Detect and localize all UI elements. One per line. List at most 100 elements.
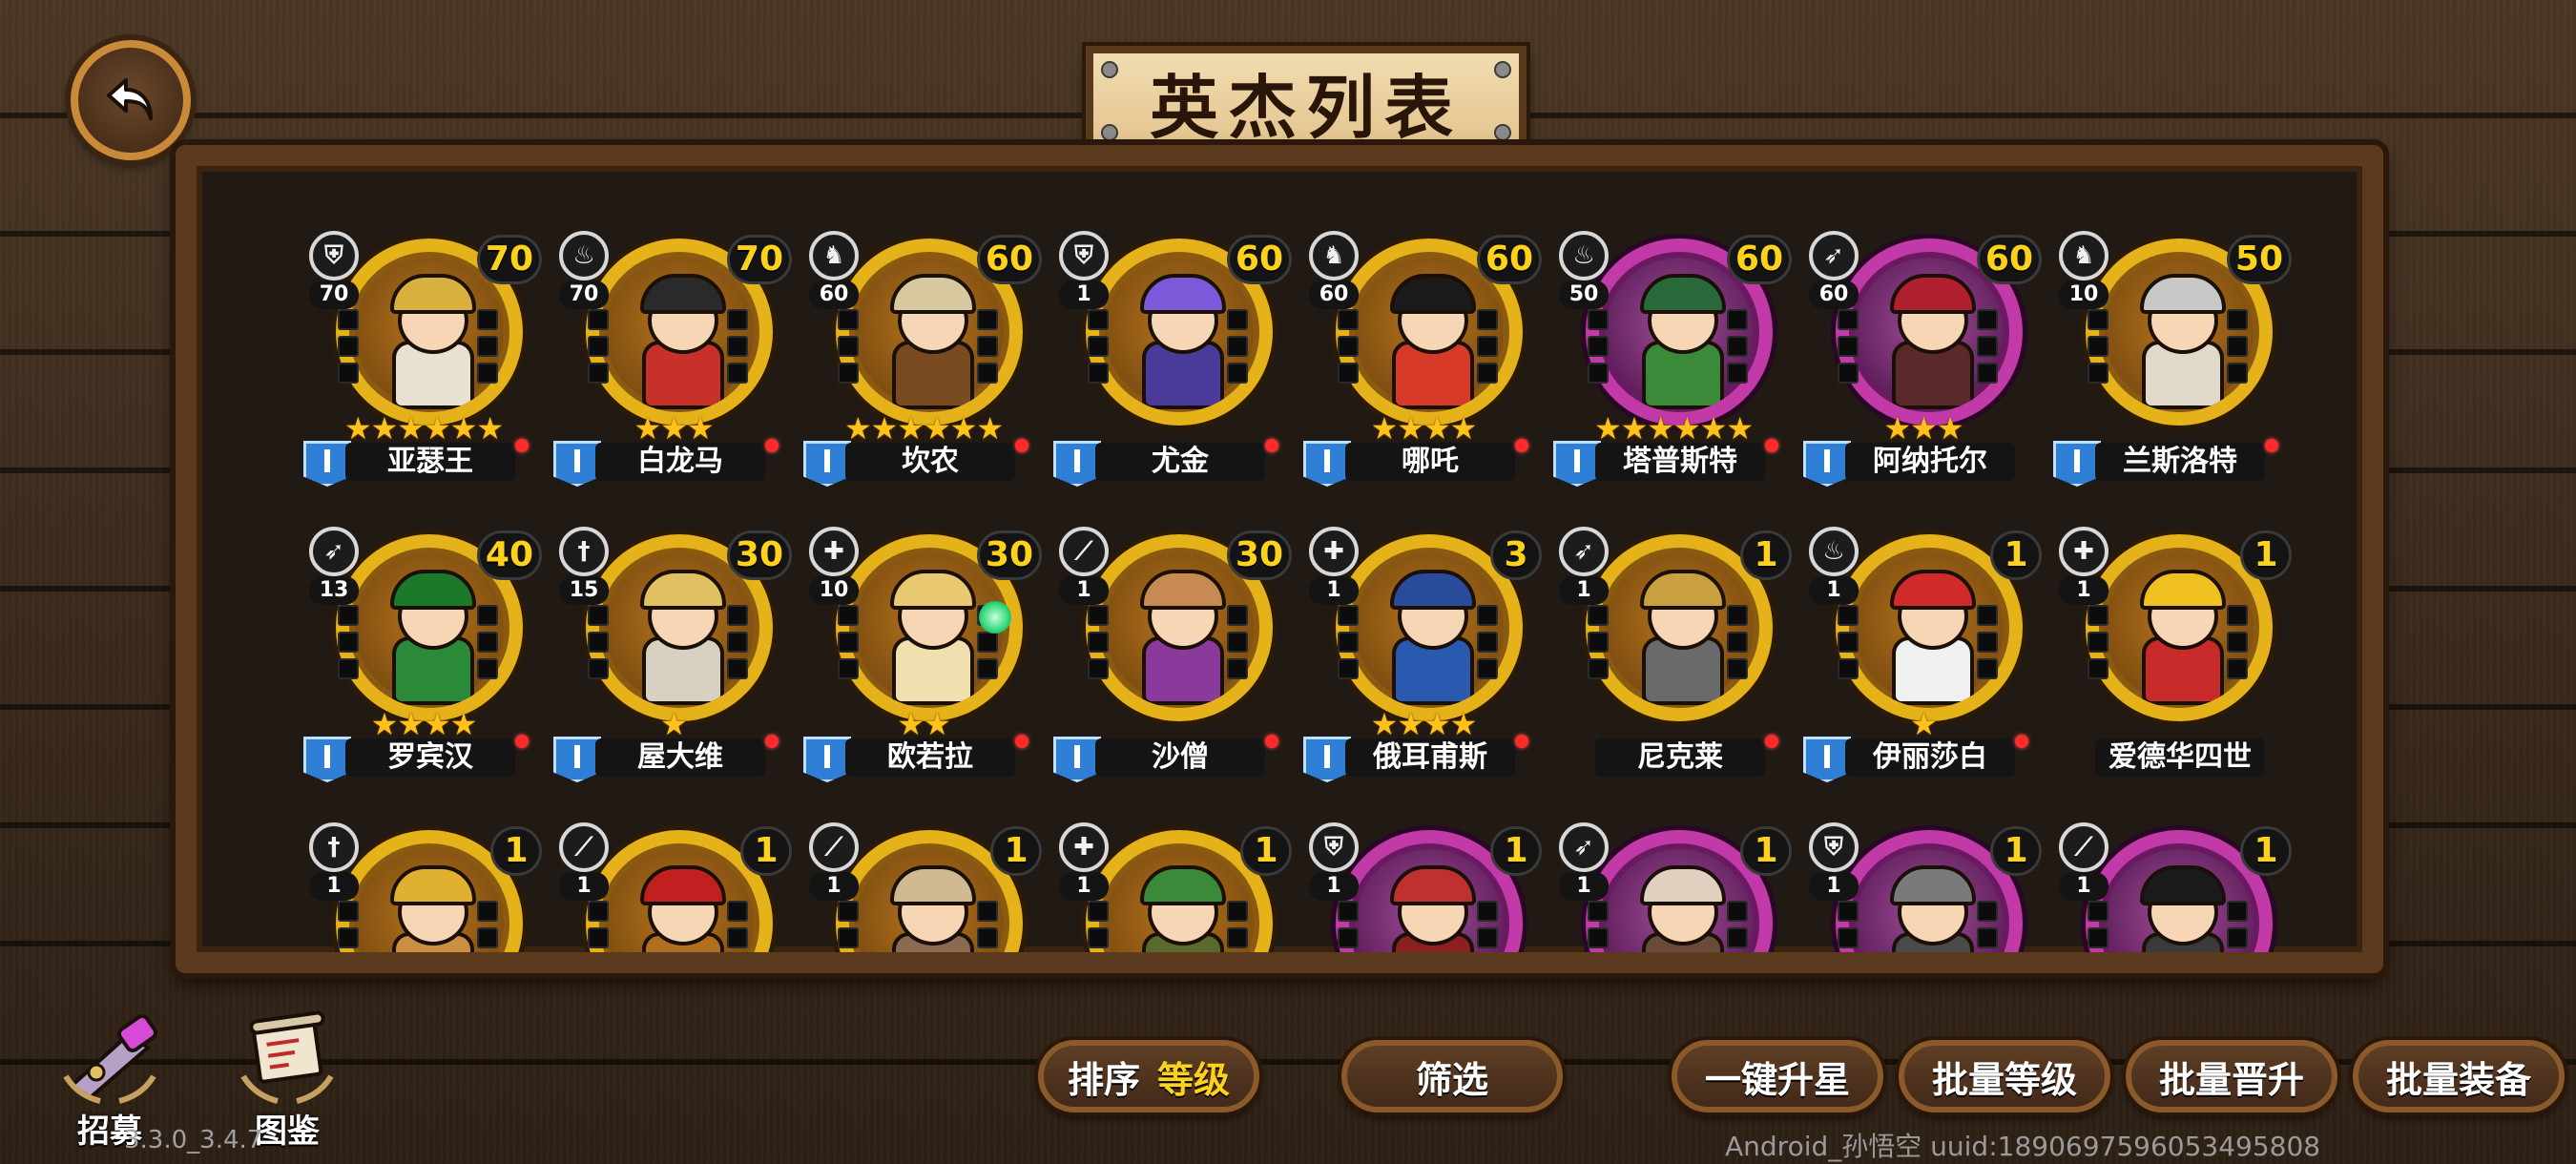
- hero-card[interactable]: ⛨ 1 1: [1299, 813, 1548, 973]
- hero-avatar-icon: [627, 865, 732, 952]
- gear-slot: [838, 658, 859, 679]
- gear-slot: [1838, 954, 1859, 973]
- avatar-hat: [2140, 865, 2226, 906]
- hero-card[interactable]: ⟋ 1 30 沙僧: [1049, 517, 1298, 794]
- uuid-text: Android_孙悟空 uuid:1890697596053495808: [1725, 1131, 2321, 1162]
- hero-card[interactable]: ✚ 1 1 爱德华四世: [2049, 517, 2297, 794]
- flame-icon: ♨: [1559, 231, 1609, 281]
- soul-orb-icon: [979, 601, 1011, 634]
- hero-avatar-icon: [1627, 274, 1732, 410]
- gear-slot: [1227, 927, 1248, 948]
- hero-card[interactable]: ➶ 60 60 ★★★ 阿纳托尔: [1799, 221, 2047, 498]
- gear-slot: [1588, 363, 1609, 384]
- one-click-star-button[interactable]: 一键升星: [1672, 1040, 1883, 1112]
- gear-slot: [1227, 632, 1248, 653]
- gear-slot: [977, 309, 998, 330]
- hero-avatar-icon: [1877, 865, 1982, 952]
- gear-slot: [588, 336, 609, 357]
- gear-slot: [1977, 363, 1998, 384]
- level-badge: 70: [476, 235, 542, 284]
- atlas-button[interactable]: 图鉴: [225, 1009, 349, 1151]
- star-rating: ★★★★★★: [1593, 410, 1754, 447]
- gear-slot: [2088, 658, 2109, 679]
- spear-icon: ⟋: [2059, 822, 2109, 872]
- hero-list-board[interactable]: ⛨ 70 70 ★★★★★★ 亚瑟王 ♨ 70 70 ★★★ 白龙马 ♞ 60 60 ★★★★★★ 坎农 ⛨ 1…: [176, 145, 2383, 973]
- level-badge: 60: [1226, 235, 1292, 284]
- notification-dot: [515, 735, 529, 748]
- gear-slot: [838, 901, 859, 922]
- hero-avatar-icon: [1377, 865, 1482, 952]
- hero-avatar-icon: [1127, 865, 1232, 952]
- gear-slot: [1227, 658, 1248, 679]
- hero-card[interactable]: ✚ 1 1: [1049, 813, 1298, 952]
- batch-promote-button[interactable]: 批量晋升: [2126, 1040, 2337, 1112]
- gear-slot: [1088, 309, 1109, 330]
- gear-slot: [1727, 309, 1748, 330]
- filter-button[interactable]: 筛选: [1341, 1040, 1563, 1112]
- hero-card[interactable]: ♞ 60 60 ★★★★★★ 坎农: [800, 221, 1048, 498]
- level-badge: 30: [976, 530, 1042, 580]
- hero-avatar-icon: [627, 274, 732, 410]
- gear-slot: [1088, 927, 1109, 948]
- hero-card[interactable]: ♨ 1 1 ★ 伊丽莎白: [1799, 517, 2047, 794]
- avatar-hat: [390, 865, 476, 906]
- hero-card[interactable]: ✚ 1 3 ★★★★ 俄耳甫斯: [1299, 517, 1548, 794]
- hero-card[interactable]: ⟋ 1 1: [2049, 813, 2297, 952]
- batch-level-button[interactable]: 批量等级: [1899, 1040, 2110, 1112]
- hero-card[interactable]: ⟋ 1 1: [550, 813, 798, 952]
- one-click-star-label: 一键升星: [1704, 1058, 1850, 1101]
- batch-equip-button[interactable]: 批量装备: [2353, 1040, 2565, 1112]
- gear-slot: [1338, 658, 1359, 679]
- hero-card[interactable]: ♞ 10 50 兰斯洛特: [2049, 221, 2297, 498]
- hero-card[interactable]: ➶ 1 1: [1549, 813, 1797, 952]
- gear-slot: [338, 336, 359, 357]
- gear-slot: [2088, 363, 2109, 384]
- gear-slot: [838, 927, 859, 948]
- class-level: 70: [309, 281, 359, 309]
- avatar-hat: [1890, 570, 1976, 611]
- gear-slot: [1588, 336, 1609, 357]
- hero-card[interactable]: ♞ 60 60 ★★★★ 哪吒: [1299, 221, 1548, 498]
- recruit-button[interactable]: 招募: [48, 1009, 172, 1151]
- gear-slot: [2227, 309, 2248, 330]
- avatar-hat: [1640, 274, 1726, 315]
- class-level: 50: [1559, 281, 1609, 309]
- horse-icon: ♞: [2059, 231, 2109, 281]
- gear-slot: [1338, 954, 1359, 973]
- sort-button[interactable]: 排序 等级: [1038, 1040, 1259, 1112]
- gear-slot: [1088, 901, 1109, 922]
- hero-card[interactable]: † 15 30 ★ 屋大维: [550, 517, 798, 794]
- hero-card[interactable]: ➶ 1 1 尼克莱: [1549, 517, 1797, 794]
- back-button[interactable]: [71, 40, 191, 160]
- hero-card[interactable]: ⛨ 70 70 ★★★★★★ 亚瑟王: [300, 221, 548, 498]
- gear-slot: [977, 658, 998, 679]
- bow-icon: ➶: [1809, 231, 1859, 281]
- cross-icon: ✚: [2059, 527, 2109, 576]
- avatar-hat: [1140, 274, 1226, 315]
- gear-slot: [1838, 927, 1859, 948]
- gear-slot: [838, 363, 859, 384]
- gear-slot: [838, 309, 859, 330]
- hero-card[interactable]: ✚ 10 30 ★★ 欧若拉: [800, 517, 1048, 794]
- hero-card[interactable]: ⟋ 1 1: [800, 813, 1048, 952]
- filter-label: 筛选: [1415, 1058, 1488, 1101]
- hero-card[interactable]: ⛨ 1 1: [1799, 813, 2047, 973]
- gear-slot: [588, 363, 609, 384]
- gear-slot: [2227, 336, 2248, 357]
- gear-slot: [588, 632, 609, 653]
- spear-icon: ⟋: [1059, 527, 1109, 576]
- notification-dot: [1765, 439, 1778, 452]
- star-rating: ★★★: [634, 410, 714, 447]
- nail-icon: [1494, 61, 1511, 78]
- class-level: 10: [2059, 281, 2109, 309]
- bow-icon: ➶: [1559, 822, 1609, 872]
- batch-equip-label: 批量装备: [2385, 1058, 2531, 1101]
- hero-card[interactable]: ♨ 70 70 ★★★ 白龙马: [550, 221, 798, 498]
- hero-card[interactable]: ➶ 13 40 ★★★★ 罗宾汉: [300, 517, 548, 794]
- avatar-hat: [1640, 570, 1726, 611]
- hero-card[interactable]: † 1 1: [300, 813, 548, 952]
- hero-card[interactable]: ⛨ 1 60 尤金: [1049, 221, 1298, 498]
- level-badge: 50: [2226, 235, 2292, 284]
- hero-name: 哪吒: [1345, 443, 1515, 481]
- hero-card[interactable]: ♨ 50 60 ★★★★★★ 塔普斯特: [1549, 221, 1797, 498]
